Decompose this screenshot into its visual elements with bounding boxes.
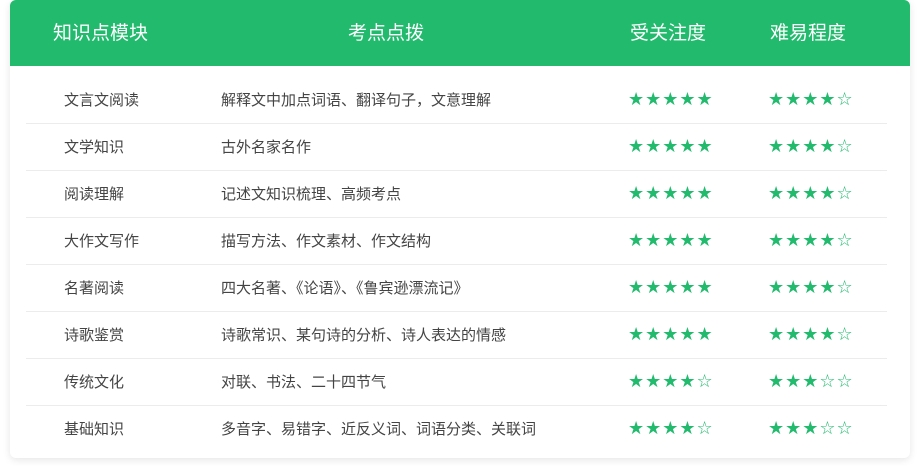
difficulty-stars: ★★★☆☆ [768, 371, 854, 392]
module-cell: 文言文阅读 [64, 91, 140, 109]
module-cell: 基础知识 [64, 420, 125, 438]
difficulty-stars: ★★★★☆ [768, 324, 854, 345]
difficulty-stars: ★★★★☆ [768, 136, 854, 157]
table-row: 名著阅读 四大名著、《论语》、《鲁宾逊漂流记》 ★★★★★ ★★★★☆ [26, 265, 887, 312]
point-cell: 古外名家名作 [221, 138, 312, 156]
table-row: 诗歌鉴赏 诗歌常识、某句诗的分析、诗人表达的情感 ★★★★★ ★★★★☆ [26, 312, 887, 359]
table-header: 知识点模块 考点点拨 受关注度 难易程度 [10, 0, 910, 66]
table-row: 文言文阅读 解释文中加点词语、翻译句子，文意理解 ★★★★★ ★★★★☆ [26, 77, 887, 124]
table-row: 大作文写作 描写方法、作文素材、作文结构 ★★★★★ ★★★★☆ [26, 218, 887, 265]
attention-stars: ★★★★★ [628, 136, 714, 157]
attention-stars: ★★★★★ [628, 324, 714, 345]
attention-stars: ★★★★★ [628, 277, 714, 298]
attention-stars: ★★★★☆ [628, 371, 714, 392]
header-point: 考点点拨 [348, 22, 425, 44]
difficulty-stars: ★★★★☆ [768, 183, 854, 204]
difficulty-stars: ★★★★☆ [768, 89, 854, 110]
table-row: 阅读理解 记述文知识梳理、高频考点 ★★★★★ ★★★★☆ [26, 171, 887, 218]
point-cell: 多音字、易错字、近反义词、词语分类、关联词 [221, 420, 537, 438]
header-difficulty: 难易程度 [770, 22, 847, 44]
difficulty-stars: ★★★★☆ [768, 230, 854, 251]
module-cell: 诗歌鉴赏 [64, 326, 125, 344]
attention-stars: ★★★★☆ [628, 418, 714, 439]
table-row: 基础知识 多音字、易错字、近反义词、词语分类、关联词 ★★★★☆ ★★★☆☆ [26, 406, 887, 452]
table-body: 文言文阅读 解释文中加点词语、翻译句子，文意理解 ★★★★★ ★★★★☆ 文学知… [26, 77, 887, 452]
knowledge-table: 知识点模块 考点点拨 受关注度 难易程度 文言文阅读 解释文中加点词语、翻译句子… [10, 0, 910, 458]
module-cell: 文学知识 [64, 138, 125, 156]
module-cell: 大作文写作 [64, 232, 140, 250]
header-attention: 受关注度 [630, 22, 707, 44]
difficulty-stars: ★★★★☆ [768, 277, 854, 298]
module-cell: 传统文化 [64, 373, 125, 391]
attention-stars: ★★★★★ [628, 230, 714, 251]
point-cell: 解释文中加点词语、翻译句子，文意理解 [221, 91, 492, 109]
module-cell: 名著阅读 [64, 279, 125, 297]
point-cell: 四大名著、《论语》、《鲁宾逊漂流记》 [221, 279, 469, 297]
point-cell: 诗歌常识、某句诗的分析、诗人表达的情感 [221, 326, 507, 344]
difficulty-stars: ★★★☆☆ [768, 418, 854, 439]
table-row: 传统文化 对联、书法、二十四节气 ★★★★☆ ★★★☆☆ [26, 359, 887, 406]
point-cell: 对联、书法、二十四节气 [221, 373, 387, 391]
attention-stars: ★★★★★ [628, 183, 714, 204]
table-row: 文学知识 古外名家名作 ★★★★★ ★★★★☆ [26, 124, 887, 171]
attention-stars: ★★★★★ [628, 89, 714, 110]
point-cell: 描写方法、作文素材、作文结构 [221, 232, 432, 250]
module-cell: 阅读理解 [64, 185, 125, 203]
header-module: 知识点模块 [53, 22, 149, 44]
point-cell: 记述文知识梳理、高频考点 [221, 185, 402, 203]
